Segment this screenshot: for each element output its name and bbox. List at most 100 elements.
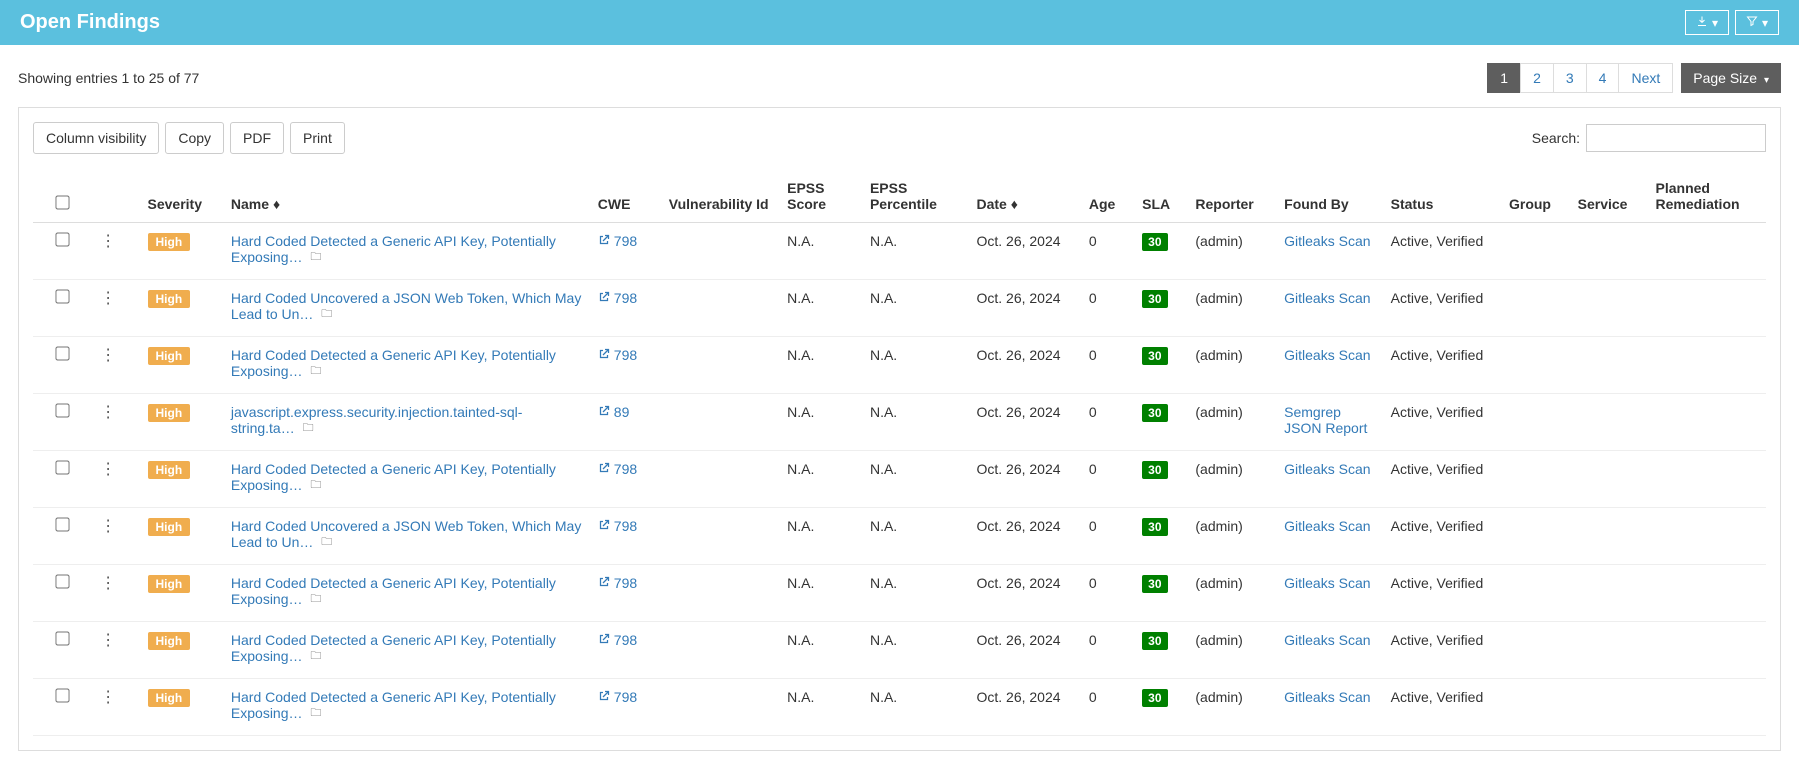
- page-next[interactable]: Next: [1618, 63, 1673, 93]
- col-status[interactable]: Status: [1383, 170, 1501, 223]
- folder-icon: 🗀: [310, 593, 321, 605]
- row-menu-button[interactable]: ⋮: [100, 518, 116, 535]
- col-epss-score[interactable]: EPSS Score: [779, 170, 862, 223]
- vuln-id-cell: [661, 622, 779, 679]
- cwe-link[interactable]: 798: [598, 461, 637, 477]
- external-link-icon: [598, 575, 610, 591]
- sla-badge: 30: [1142, 347, 1167, 365]
- row-menu-button[interactable]: ⋮: [100, 233, 116, 250]
- filter-icon: [1746, 15, 1758, 30]
- cwe-link[interactable]: 798: [598, 575, 637, 591]
- cwe-link[interactable]: 798: [598, 347, 637, 363]
- planned-cell: [1648, 223, 1766, 280]
- page-2[interactable]: 2: [1520, 63, 1554, 93]
- column-visibility-button[interactable]: Column visibility: [33, 122, 159, 154]
- row-menu-button[interactable]: ⋮: [100, 347, 116, 364]
- col-name[interactable]: Name ♦: [223, 170, 590, 223]
- row-checkbox[interactable]: [55, 232, 69, 246]
- finding-name-link[interactable]: javascript.express.security.injection.ta…: [231, 404, 523, 436]
- cwe-link[interactable]: 798: [598, 689, 637, 705]
- finding-name-link[interactable]: Hard Coded Uncovered a JSON Web Token, W…: [231, 518, 581, 550]
- table-row: ⋮HighHard Coded Detected a Generic API K…: [33, 223, 1766, 280]
- planned-cell: [1648, 622, 1766, 679]
- download-icon: [1696, 15, 1708, 30]
- row-checkbox[interactable]: [55, 574, 69, 588]
- finding-name-link[interactable]: Hard Coded Uncovered a JSON Web Token, W…: [231, 290, 581, 322]
- print-button[interactable]: Print: [290, 122, 345, 154]
- cwe-link[interactable]: 798: [598, 233, 637, 249]
- epss-pct-cell: N.A.: [862, 451, 969, 508]
- row-menu-button[interactable]: ⋮: [100, 404, 116, 421]
- select-all-checkbox[interactable]: [55, 195, 69, 209]
- filter-button[interactable]: ▾: [1735, 10, 1779, 35]
- finding-name-link[interactable]: Hard Coded Detected a Generic API Key, P…: [231, 233, 556, 265]
- col-cwe[interactable]: CWE: [590, 170, 661, 223]
- found-by-link[interactable]: Gitleaks Scan: [1284, 575, 1370, 591]
- date-cell: Oct. 26, 2024: [968, 679, 1080, 736]
- found-by-link[interactable]: Gitleaks Scan: [1284, 689, 1370, 705]
- cwe-link[interactable]: 798: [598, 290, 637, 306]
- cwe-link[interactable]: 798: [598, 518, 637, 534]
- download-button[interactable]: ▾: [1685, 10, 1729, 35]
- col-age[interactable]: Age: [1081, 170, 1134, 223]
- finding-name-link[interactable]: Hard Coded Detected a Generic API Key, P…: [231, 632, 556, 664]
- finding-name-link[interactable]: Hard Coded Detected a Generic API Key, P…: [231, 575, 556, 607]
- row-checkbox[interactable]: [55, 631, 69, 645]
- table-row: ⋮HighHard Coded Detected a Generic API K…: [33, 565, 1766, 622]
- row-menu-button[interactable]: ⋮: [100, 575, 116, 592]
- row-checkbox[interactable]: [55, 346, 69, 360]
- col-vulnerability-id[interactable]: Vulnerability Id: [661, 170, 779, 223]
- found-by-link[interactable]: Gitleaks Scan: [1284, 290, 1370, 306]
- cwe-link[interactable]: 89: [598, 404, 630, 420]
- row-menu-button[interactable]: ⋮: [100, 632, 116, 649]
- col-planned-remediation[interactable]: Planned Remediation: [1648, 170, 1766, 223]
- date-cell: Oct. 26, 2024: [968, 223, 1080, 280]
- row-checkbox[interactable]: [55, 688, 69, 702]
- page-4[interactable]: 4: [1586, 63, 1620, 93]
- group-cell: [1501, 280, 1570, 337]
- row-checkbox[interactable]: [55, 403, 69, 417]
- epss-pct-cell: N.A.: [862, 508, 969, 565]
- date-cell: Oct. 26, 2024: [968, 508, 1080, 565]
- date-cell: Oct. 26, 2024: [968, 622, 1080, 679]
- col-group[interactable]: Group: [1501, 170, 1570, 223]
- sla-badge: 30: [1142, 689, 1167, 707]
- finding-name-link[interactable]: Hard Coded Detected a Generic API Key, P…: [231, 461, 556, 493]
- age-cell: 0: [1081, 337, 1134, 394]
- col-service[interactable]: Service: [1570, 170, 1648, 223]
- row-menu-button[interactable]: ⋮: [100, 461, 116, 478]
- copy-button[interactable]: Copy: [165, 122, 224, 154]
- table-row: ⋮HighHard Coded Uncovered a JSON Web Tok…: [33, 508, 1766, 565]
- sla-badge: 30: [1142, 233, 1167, 251]
- finding-name-link[interactable]: Hard Coded Detected a Generic API Key, P…: [231, 689, 556, 721]
- found-by-link[interactable]: Gitleaks Scan: [1284, 518, 1370, 534]
- pdf-button[interactable]: PDF: [230, 122, 284, 154]
- page-size-button[interactable]: Page Size: [1681, 63, 1781, 93]
- cwe-link[interactable]: 798: [598, 632, 637, 648]
- found-by-link[interactable]: Gitleaks Scan: [1284, 461, 1370, 477]
- col-sla[interactable]: SLA: [1134, 170, 1187, 223]
- col-date[interactable]: Date ♦: [968, 170, 1080, 223]
- row-checkbox[interactable]: [55, 289, 69, 303]
- col-severity[interactable]: Severity: [140, 170, 223, 223]
- table-row: ⋮HighHard Coded Uncovered a JSON Web Tok…: [33, 280, 1766, 337]
- found-by-link[interactable]: Gitleaks Scan: [1284, 347, 1370, 363]
- vuln-id-cell: [661, 679, 779, 736]
- vuln-id-cell: [661, 508, 779, 565]
- finding-name-link[interactable]: Hard Coded Detected a Generic API Key, P…: [231, 347, 556, 379]
- col-reporter[interactable]: Reporter: [1187, 170, 1276, 223]
- found-by-link[interactable]: Semgrep JSON Report: [1284, 404, 1367, 436]
- col-found-by[interactable]: Found By: [1276, 170, 1383, 223]
- row-checkbox[interactable]: [55, 460, 69, 474]
- page-3[interactable]: 3: [1553, 63, 1587, 93]
- search-input[interactable]: [1586, 124, 1766, 152]
- epss-score-cell: N.A.: [779, 565, 862, 622]
- found-by-link[interactable]: Gitleaks Scan: [1284, 632, 1370, 648]
- row-menu-button[interactable]: ⋮: [100, 290, 116, 307]
- row-checkbox[interactable]: [55, 517, 69, 531]
- page-1[interactable]: 1: [1487, 63, 1521, 93]
- row-menu-button[interactable]: ⋮: [100, 689, 116, 706]
- epss-pct-cell: N.A.: [862, 280, 969, 337]
- col-epss-percentile[interactable]: EPSS Percentile: [862, 170, 969, 223]
- found-by-link[interactable]: Gitleaks Scan: [1284, 233, 1370, 249]
